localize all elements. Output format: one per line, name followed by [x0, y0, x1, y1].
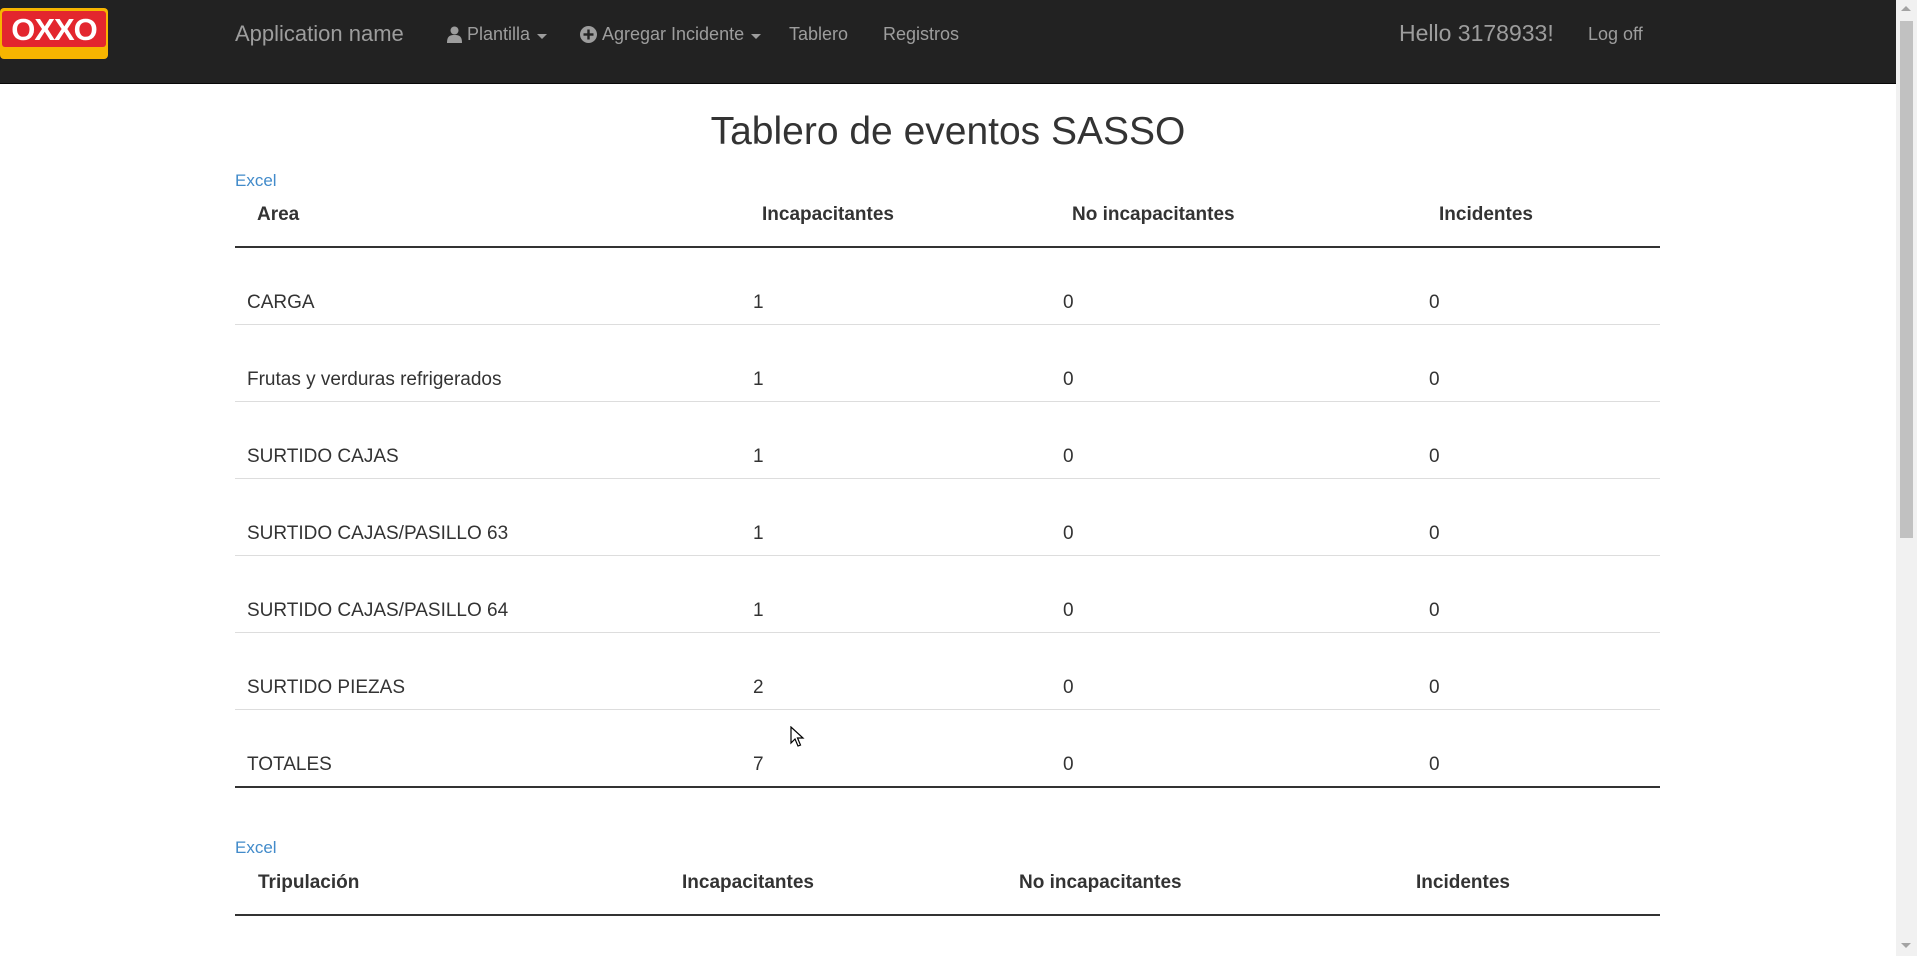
- cell-area: SURTIDO CAJAS/PASILLO 63: [247, 523, 509, 544]
- nav-tablero-link[interactable]: Tablero: [789, 24, 848, 45]
- header-no-incapacitantes: No incapacitantes: [1072, 204, 1235, 225]
- user-icon: [447, 26, 462, 43]
- nav-agregar-incidente-dropdown[interactable]: Agregar Incidente: [580, 24, 762, 45]
- user-greeting-link[interactable]: Hello 3178933!: [1399, 20, 1554, 47]
- header-area: Area: [257, 204, 300, 225]
- header-incapacitantes: Incapacitantes: [682, 872, 814, 893]
- table-row: Frutas y verduras refrigerados 1 0 0: [235, 325, 1660, 402]
- cell-incidentes-total: 0: [1429, 754, 1440, 775]
- cell-incidentes: 0: [1429, 369, 1440, 390]
- cell-no-incapacitantes: 0: [1063, 292, 1074, 313]
- table-row: CARGA 1 0 0: [235, 248, 1660, 325]
- cell-area: CARGA: [247, 292, 315, 313]
- nav-plantilla-label: Plantilla: [467, 24, 531, 44]
- header-no-incapacitantes: No incapacitantes: [1019, 872, 1182, 893]
- chevron-down-icon: [537, 33, 548, 39]
- cell-incapacitantes-total: 7: [753, 754, 764, 775]
- cell-incapacitantes: 1: [753, 446, 764, 467]
- cell-no-incapacitantes: 0: [1063, 600, 1074, 621]
- header-incidentes: Incidentes: [1416, 872, 1510, 893]
- app-brand-link[interactable]: Application name: [235, 21, 404, 47]
- scrollbar-thumb[interactable]: [1900, 21, 1913, 538]
- logoff-link[interactable]: Log off: [1588, 24, 1643, 45]
- tripulacion-table-header: Tripulación Incapacitantes No incapacita…: [235, 850, 1660, 916]
- mouse-cursor-icon: [790, 726, 805, 747]
- cell-incidentes: 0: [1429, 600, 1440, 621]
- cell-no-incapacitantes: 0: [1063, 523, 1074, 544]
- cell-incidentes: 0: [1429, 446, 1440, 467]
- top-navbar: OXXO Application name Plantilla Agregar …: [0, 0, 1896, 84]
- nav-plantilla-dropdown[interactable]: Plantilla: [447, 24, 548, 45]
- cell-incapacitantes: 2: [753, 677, 764, 698]
- table-row: SURTIDO CAJAS 1 0 0: [235, 402, 1660, 479]
- table-row: SURTIDO PIEZAS 2 0 0: [235, 633, 1660, 710]
- cell-incapacitantes: 1: [753, 523, 764, 544]
- header-tripulacion: Tripulación: [258, 872, 360, 893]
- chevron-down-icon: [751, 33, 762, 39]
- header-incapacitantes: Incapacitantes: [762, 204, 894, 225]
- plus-circle-icon: [580, 26, 597, 43]
- scroll-down-arrow-icon[interactable]: [1901, 943, 1911, 948]
- page-title: Tablero de eventos SASSO: [710, 110, 1186, 153]
- cell-incapacitantes: 1: [753, 600, 764, 621]
- cell-incapacitantes: 1: [753, 369, 764, 390]
- cell-incidentes: 0: [1429, 677, 1440, 698]
- area-table-header: Area Incapacitantes No incapacitantes In…: [235, 182, 1660, 248]
- cell-incapacitantes: 1: [753, 292, 764, 313]
- vertical-scrollbar[interactable]: [1896, 0, 1917, 956]
- table-row: SURTIDO CAJAS/PASILLO 63 1 0 0: [235, 479, 1660, 556]
- cell-area: SURTIDO CAJAS: [247, 446, 399, 467]
- header-incidentes: Incidentes: [1439, 204, 1533, 225]
- nav-agregar-incidente-label: Agregar Incidente: [602, 24, 745, 44]
- cell-no-incapacitantes: 0: [1063, 369, 1074, 390]
- cell-no-incapacitantes: 0: [1063, 446, 1074, 467]
- nav-registros-link[interactable]: Registros: [883, 24, 959, 45]
- oxxo-logo[interactable]: OXXO: [0, 8, 108, 59]
- svg-text:OXXO: OXXO: [11, 12, 97, 47]
- totals-row: TOTALES 7 0 0: [235, 710, 1660, 788]
- table-row: SURTIDO CAJAS/PASILLO 64 1 0 0: [235, 556, 1660, 633]
- cell-area-totales: TOTALES: [247, 754, 332, 775]
- scroll-up-arrow-icon[interactable]: [1901, 6, 1911, 11]
- cell-area: SURTIDO CAJAS/PASILLO 64: [247, 600, 509, 621]
- cell-area: Frutas y verduras refrigerados: [247, 369, 502, 390]
- cell-incidentes: 0: [1429, 523, 1440, 544]
- cell-incidentes: 0: [1429, 292, 1440, 313]
- cell-no-incapacitantes: 0: [1063, 677, 1074, 698]
- cell-no-incapacitantes-total: 0: [1063, 754, 1074, 775]
- cell-area: SURTIDO PIEZAS: [247, 677, 406, 698]
